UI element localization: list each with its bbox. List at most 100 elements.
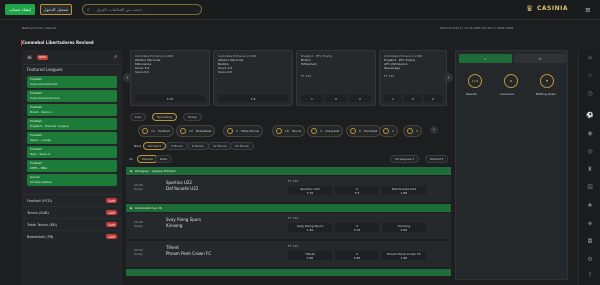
new-badge: NEW (37, 54, 49, 60)
flag-icon: ▪ (130, 169, 133, 173)
time-12h[interactable]: 12 Hours (208, 142, 232, 150)
sport-filter-football[interactable]: 14 Football (138, 125, 174, 137)
results-link[interactable]: Results (466, 92, 477, 96)
sport-filter-esports[interactable]: 3 (403, 125, 422, 137)
crown-icon: ♛ (526, 4, 534, 13)
featured-match-card[interactable]: Colombia Primera A 2026 Atletico Naciona… (213, 50, 293, 106)
clock-icon[interactable]: ◷ (586, 90, 594, 98)
game-icon[interactable]: ◈ (586, 220, 594, 228)
odd-cell[interactable]: 1 (301, 95, 323, 102)
settings-icon[interactable]: ⚙ (586, 256, 594, 264)
league-item[interactable]: Soccer All Specialities (27, 174, 117, 186)
side-rail: ⌂ ☆ ◷ ⚽ ◉ ◎ ♜ ⚄ ♠ ◈ ◘ ⚙ ? (578, 50, 600, 285)
featured-match-card[interactable]: Colombia Primera A 2026 Atletico Naciona… (130, 50, 210, 106)
tab-live[interactable]: Live (130, 113, 147, 121)
match-row[interactable]: 20:30 Today Tiferet Phnom Penh Crown FC FT… (126, 241, 451, 268)
odd-cell[interactable]: 2 (349, 95, 371, 102)
brand-logo[interactable]: ♛ CASINIA (526, 4, 568, 13)
odd-cell[interactable]: X (325, 95, 347, 102)
league-item[interactable]: Football Brazil - Serie A (27, 104, 117, 116)
sport-filter-handball[interactable]: 6 Handball (346, 125, 382, 137)
leagues-select[interactable]: All leagues ▾ (390, 155, 419, 163)
featured-match-card[interactable]: Colombia Primera A 2026 England · EFL Tr… (379, 50, 447, 106)
flag-icon: ▪ (130, 206, 133, 210)
tab-betslip[interactable]: ▭ (513, 54, 566, 63)
gift-icon[interactable]: ◘ (586, 238, 594, 246)
pills-next-button[interactable]: › (430, 126, 438, 134)
sub-date[interactable]: Date (155, 155, 173, 163)
league-item[interactable]: Football Copa Sudamericana (27, 90, 117, 102)
search-icon[interactable]: ⌕ (114, 54, 117, 60)
sport-item-tennis[interactable]: Tennis (EAB) LIVE (22, 206, 122, 218)
carousel-next-button[interactable]: › (444, 73, 453, 82)
trophy-icon[interactable]: ♜ (586, 166, 594, 174)
odd-button-away[interactable]: Phnom Penh Crown FC 1.80 (382, 251, 426, 260)
match-row[interactable]: 19:30 Today Sportivo U22 Def.Yacarés U22 F… (126, 176, 451, 203)
cards-icon[interactable]: ♠ (586, 202, 594, 210)
sub-all[interactable]: All (125, 155, 137, 163)
basketball-icon[interactable]: ◉ (586, 130, 594, 138)
time-24h[interactable]: 24 Hours (230, 142, 254, 150)
left-sidebar: ≡ NEW ⌕ Featured Leagues Football Copa Li… (22, 50, 122, 285)
odd-button-home[interactable]: Svay Rieng Spurs 1.50 (288, 223, 332, 232)
match-row[interactable]: 20:00 Today Svay Rieng Spurs Kirivong FT 1… (126, 213, 451, 240)
odd-button-home[interactable]: Sportivo U22 3.70 (288, 186, 332, 195)
odd-cell[interactable]: 2 (424, 95, 442, 102)
league-item[interactable]: Football Italy - Serie A (27, 146, 117, 158)
search-input[interactable]: ⌕ ابحث عن الفعاليات، الفرق... (82, 4, 202, 15)
odd-button-draw[interactable]: X 3.65 (335, 251, 379, 260)
star-icon[interactable]: ☆ (586, 72, 594, 80)
match-time: 19:30 Today (134, 183, 143, 191)
league-section-header[interactable]: ▪ Paraguay · League Primera (126, 167, 451, 175)
time-3h[interactable]: 3 Hours (166, 142, 188, 150)
livescore-link[interactable]: Livescore (500, 92, 514, 96)
login-button[interactable]: تسجيل الدخول (40, 4, 72, 15)
odds-time-info[interactable]: Odds format ▾ | 11:25 GMT+02:00 ▾ | 2025… (440, 26, 513, 30)
odd-button-draw[interactable]: X 3.5 (335, 186, 379, 195)
menu-icon[interactable]: ≡ (27, 54, 32, 61)
league-section-header[interactable] (126, 269, 451, 276)
carousel-prev-button[interactable]: ‹ (123, 73, 132, 82)
time-6h[interactable]: 6 Hours (187, 142, 209, 150)
league-section-header[interactable]: ▪ Cambodia Cup 26 (126, 204, 451, 212)
odd-button-away[interactable]: Kirivong 6.50 (382, 223, 426, 232)
football-icon[interactable]: ⚽ (586, 112, 594, 120)
odd-cell[interactable]: 3.70 (135, 95, 205, 102)
help-icon[interactable]: ? (586, 272, 594, 280)
rules-icon[interactable]: ⚑ (540, 74, 554, 88)
sport-item-basketball[interactable]: Basketball (FB) LIVE (22, 230, 122, 242)
menu-icon[interactable]: ≡ (585, 6, 591, 14)
odd-button-away[interactable]: Def.Yacarés U22 1.85 (382, 186, 426, 195)
league-item[interactable]: Football England - Premier League (27, 118, 117, 130)
signup-button[interactable]: إنشاء حساب (5, 4, 35, 15)
sport-filter-basketball[interactable]: 23 Basketball (176, 125, 216, 137)
livescore-icon[interactable]: ★ (504, 74, 518, 88)
rules-link[interactable]: Betting Rules (536, 92, 556, 96)
dice-icon[interactable]: ⚄ (586, 184, 594, 192)
page-title: Conmebol Libertadores Revised (22, 40, 94, 45)
tennis-icon[interactable]: ◎ (586, 148, 594, 156)
league-item[interactable]: Football Spain - LaLiga (27, 132, 117, 144)
home-icon[interactable]: ⌂ (586, 54, 594, 62)
odd-button-home[interactable]: Tiferet 3.90 (288, 251, 332, 260)
odd-cell[interactable]: 1.8 (218, 95, 288, 102)
results-icon[interactable]: 1×2 (468, 74, 482, 88)
sport-item-table-tennis[interactable]: Table Tennis (BD) LIVE (22, 218, 122, 230)
tab-primary[interactable]: ☆ (459, 54, 512, 63)
tab-upcoming[interactable]: Upcoming (152, 113, 178, 121)
league-item[interactable]: Football Copa Libertadores (27, 76, 117, 88)
sport-filter-table-tennis[interactable]: 3 Table Tennis (223, 125, 264, 137)
sport-item-football[interactable]: Football (PCD) LIVE (22, 194, 122, 206)
sport-filter-ice-hockey[interactable]: 2 (379, 125, 398, 137)
sport-filter-volleyball[interactable]: 4 Volleyball (307, 125, 344, 137)
odd-button-draw[interactable]: X 3.75 (335, 223, 379, 232)
sort-select[interactable]: Default ▾ (425, 155, 449, 163)
match-time: 20:00 Today (134, 220, 143, 228)
odd-cell[interactable]: 1 (384, 95, 402, 102)
time-all-hours[interactable]: All hours (143, 142, 167, 150)
odd-cell[interactable]: X (404, 95, 422, 102)
featured-match-card[interactable]: England · EFL Trophy Bolton Tottenham FT… (296, 50, 376, 106)
league-item[interactable]: Football UEFA - NBA (27, 160, 117, 172)
tab-today[interactable]: Today (183, 113, 202, 121)
sport-filter-tennis[interactable]: 18 Tennis (272, 125, 306, 137)
